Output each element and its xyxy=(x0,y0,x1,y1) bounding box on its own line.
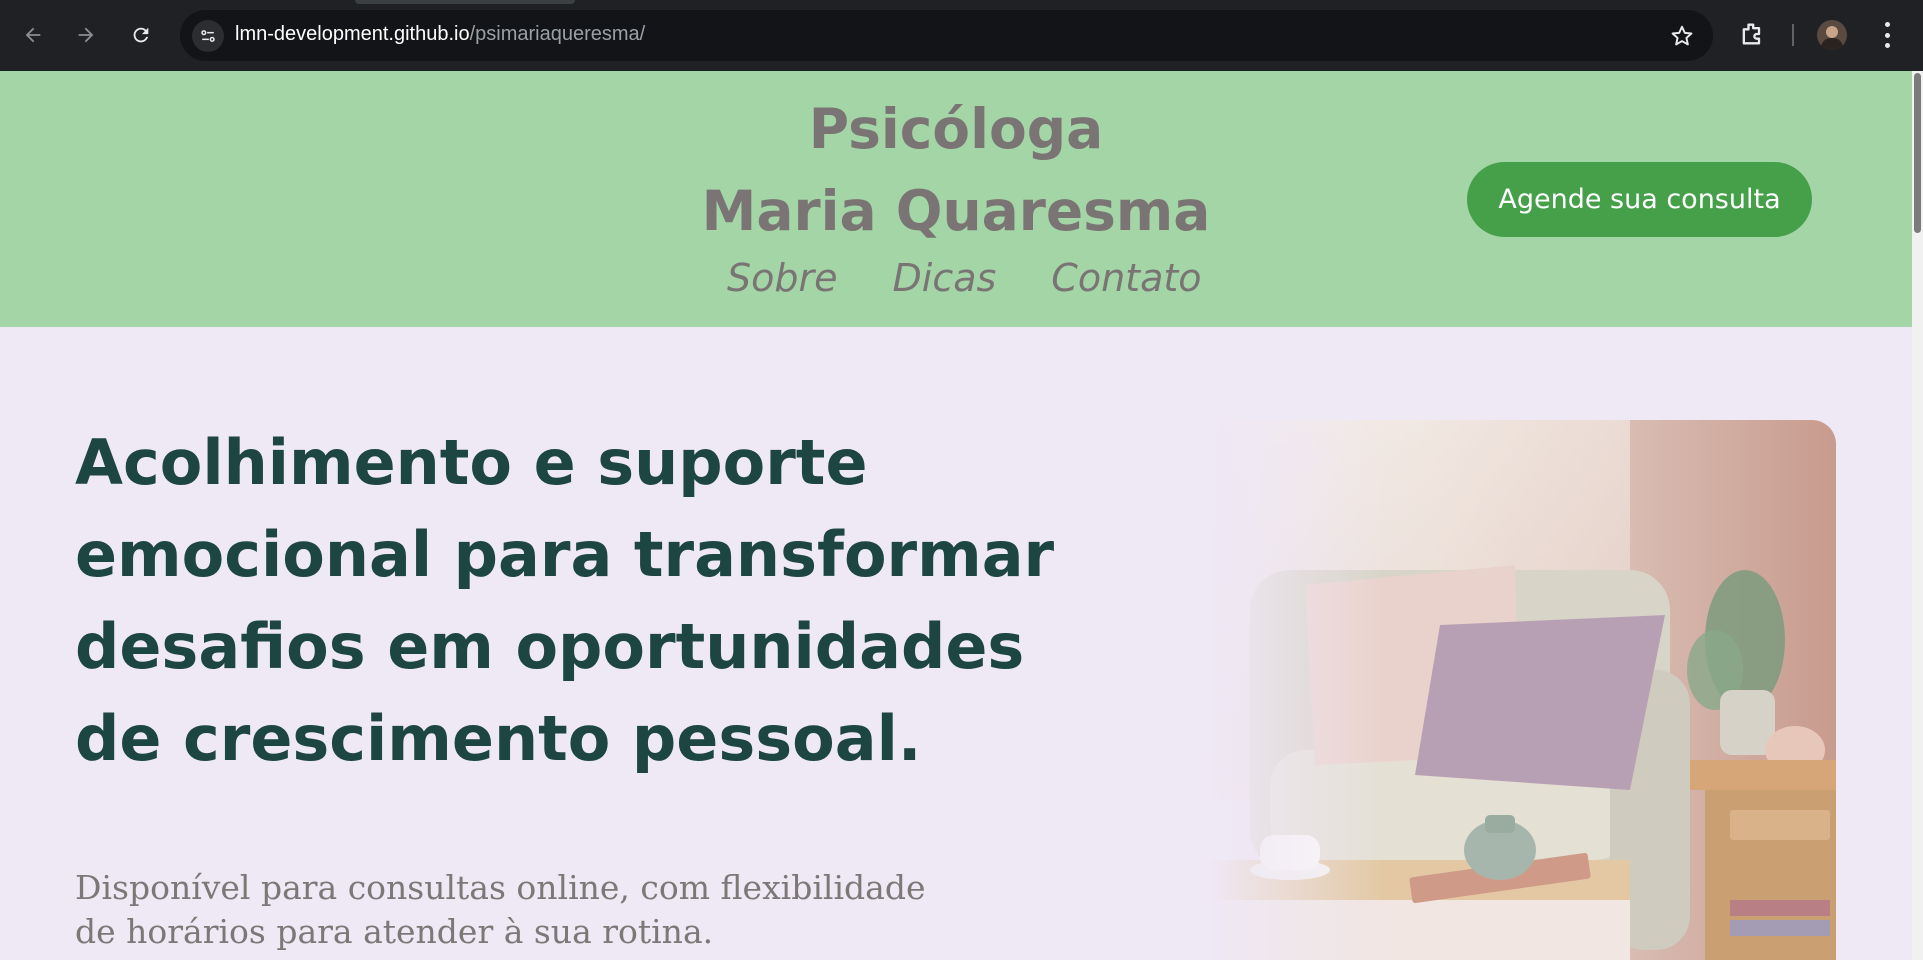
page-scrollbar[interactable] xyxy=(1912,71,1923,960)
bookmark-star-icon[interactable] xyxy=(1669,23,1695,49)
url-text: lmn-development.github.io/psimariaqueres… xyxy=(235,23,645,46)
nav-link-dicas[interactable]: Dicas xyxy=(893,256,997,300)
site-header: Psicóloga Maria Quaresma Sobre Dicas Con… xyxy=(0,71,1912,327)
scrollbar-thumb[interactable] xyxy=(1914,73,1921,233)
reload-icon[interactable] xyxy=(124,18,158,52)
nav-link-contato[interactable]: Contato xyxy=(1051,256,1201,300)
extensions-icon[interactable] xyxy=(1738,20,1766,48)
kebab-menu-icon[interactable] xyxy=(1878,22,1896,48)
url-path: /psimariaqueresma/ xyxy=(469,23,646,45)
back-arrow-icon[interactable] xyxy=(16,18,50,52)
forward-arrow-icon[interactable] xyxy=(69,18,103,52)
active-tab-indicator xyxy=(355,0,575,4)
hero-subtitle: Disponível para consultas online, com fl… xyxy=(75,868,926,951)
nav-link-sobre[interactable]: Sobre xyxy=(727,256,838,300)
toolbar-divider xyxy=(1792,24,1794,46)
url-host: lmn-development.github.io xyxy=(235,23,470,45)
hero-title: Acolhimento e suporte emocional para tra… xyxy=(75,426,1055,775)
profile-avatar[interactable] xyxy=(1817,20,1847,50)
site-info-icon[interactable] xyxy=(192,20,224,52)
main-nav: Sobre Dicas Contato xyxy=(727,256,1202,300)
hero-living-room-image xyxy=(1210,420,1836,960)
browser-toolbar: lmn-development.github.io/psimariaqueres… xyxy=(0,0,1923,71)
schedule-consultation-button[interactable]: Agende sua consulta xyxy=(1467,162,1812,237)
address-bar[interactable]: lmn-development.github.io/psimariaqueres… xyxy=(180,10,1713,61)
page-viewport: Psicóloga Maria Quaresma Sobre Dicas Con… xyxy=(0,71,1923,960)
brand-title-line1[interactable]: Psicóloga xyxy=(0,97,1912,161)
